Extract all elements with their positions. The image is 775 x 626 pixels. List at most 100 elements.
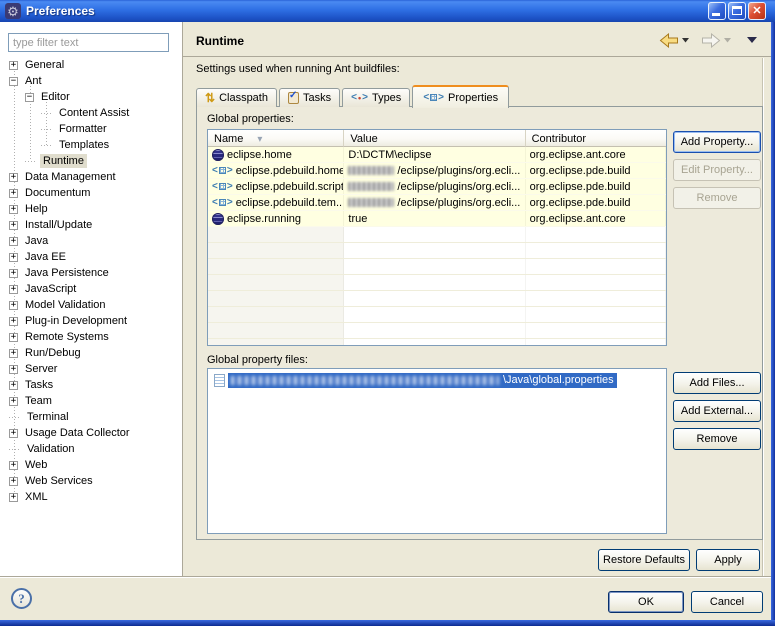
property-icon: < > xyxy=(212,164,233,176)
tree-item-plug-in-development[interactable]: + Plug-in Development xyxy=(0,313,181,329)
tree-item-validation[interactable]: Validation xyxy=(0,441,181,457)
column-header-value[interactable]: Value xyxy=(344,130,526,147)
bracket-right-glyph: > xyxy=(226,164,233,176)
tree-item-tasks[interactable]: + Tasks xyxy=(0,377,181,393)
tree-item-ant[interactable]: − Ant xyxy=(0,73,181,89)
view-menu-icon[interactable] xyxy=(747,37,757,44)
restore-defaults-button[interactable]: Restore Defaults xyxy=(598,549,690,571)
grid-glyph xyxy=(218,167,226,174)
tree-item-label: Java Persistence xyxy=(25,267,109,279)
expand-icon[interactable]: + xyxy=(9,428,18,438)
table-empty-row xyxy=(208,275,666,291)
table-row[interactable]: eclipse.home D:\DCTM\eclipse org.eclipse.a… xyxy=(208,147,666,163)
expand-icon[interactable]: + xyxy=(9,316,18,326)
tree-item-help[interactable]: + Help xyxy=(0,201,181,217)
tab-classpath[interactable]: ⇅ Classpath xyxy=(196,88,277,107)
expand-icon[interactable]: + xyxy=(9,172,18,182)
ok-button[interactable]: OK xyxy=(608,591,684,613)
tree-item-web-services[interactable]: + Web Services xyxy=(0,473,181,489)
collapse-icon[interactable]: − xyxy=(25,92,34,102)
tree-item-java-ee[interactable]: + Java EE xyxy=(0,249,181,265)
cell-name xyxy=(208,323,345,338)
cell-contributor: org.eclipse.ant.core xyxy=(526,211,666,226)
filter-input[interactable] xyxy=(8,33,169,52)
file-icon xyxy=(214,373,225,387)
expand-icon[interactable]: + xyxy=(9,396,18,406)
close-button[interactable]: ✕ xyxy=(748,2,766,20)
expand-icon[interactable]: + xyxy=(9,60,18,70)
expand-icon[interactable]: + xyxy=(9,268,18,278)
expand-icon[interactable]: + xyxy=(9,364,18,374)
expand-icon[interactable]: + xyxy=(9,236,18,246)
tab-tasks[interactable]: ✓ Tasks xyxy=(278,88,341,107)
table-row[interactable]: < > eclipse.pdebuild.home/eclipse/plugins/… xyxy=(208,163,666,179)
table-row[interactable]: < > eclipse.pdebuild.tem.../eclipse/plugin… xyxy=(208,195,666,211)
remove-file-button[interactable]: Remove xyxy=(673,428,761,450)
tree-item-run-debug[interactable]: + Run/Debug xyxy=(0,345,181,361)
add-external-button[interactable]: Add External... xyxy=(673,400,761,422)
tree-item-javascript[interactable]: + JavaScript xyxy=(0,281,181,297)
table-row[interactable]: < > eclipse.pdebuild.scripts/eclipse/plugi… xyxy=(208,179,666,195)
redacted-path-block xyxy=(231,375,499,385)
tree-item-general[interactable]: + General xyxy=(0,57,181,73)
tree-item-java-persistence[interactable]: + Java Persistence xyxy=(0,265,181,281)
expand-icon[interactable]: + xyxy=(9,220,18,230)
expand-icon[interactable]: + xyxy=(9,284,18,294)
collapse-icon[interactable]: − xyxy=(9,76,18,86)
tree-item-documentum[interactable]: + Documentum xyxy=(0,185,181,201)
table-body: eclipse.home D:\DCTM\eclipse org.eclipse.a… xyxy=(208,147,666,345)
tab-properties[interactable]: < > Properties xyxy=(412,85,510,108)
sort-descending-icon: ▾ xyxy=(257,133,263,145)
tree-item-data-management[interactable]: + Data Management xyxy=(0,169,181,185)
tree-item-server[interactable]: + Server xyxy=(0,361,181,377)
tree-item-model-validation[interactable]: + Model Validation xyxy=(0,297,181,313)
expand-icon[interactable]: + xyxy=(9,252,18,262)
add-files-button[interactable]: Add Files... xyxy=(673,372,761,394)
tab-types[interactable]: < • > Types xyxy=(342,88,411,107)
cell-contributor xyxy=(526,291,666,306)
cell-contributor xyxy=(526,307,666,322)
help-button[interactable]: ? xyxy=(11,588,32,609)
expand-icon[interactable]: + xyxy=(9,332,18,342)
maximize-button[interactable] xyxy=(728,2,746,20)
tree-item-editor[interactable]: − Editor xyxy=(0,89,181,105)
expand-icon[interactable]: + xyxy=(9,188,18,198)
cancel-button[interactable]: Cancel xyxy=(691,591,763,613)
tree-item-runtime[interactable]: Runtime xyxy=(0,153,181,169)
cell-name-text: eclipse.pdebuild.home xyxy=(235,164,345,177)
tree-item-team[interactable]: + Team xyxy=(0,393,181,409)
column-header-name[interactable]: Name ▾ xyxy=(208,130,345,147)
file-list-item[interactable]: \Java\global.properties xyxy=(214,372,666,388)
back-arrow-icon[interactable] xyxy=(659,33,679,48)
minimize-button[interactable] xyxy=(708,2,726,20)
back-history-caret-icon[interactable] xyxy=(682,38,689,43)
tree-item-java[interactable]: + Java xyxy=(0,233,181,249)
table-row[interactable]: eclipse.running true org.eclipse.ant.core xyxy=(208,211,666,227)
apply-button[interactable]: Apply xyxy=(696,549,760,571)
eclipse-icon xyxy=(212,212,224,225)
column-header-contributor[interactable]: Contributor xyxy=(525,130,666,147)
page-body: Settings used when running Ant buildfile… xyxy=(183,58,771,576)
tree-item-terminal[interactable]: Terminal xyxy=(0,409,181,425)
global-properties-table[interactable]: Name ▾ Value Contributor eclipse.home D:\… xyxy=(207,129,667,346)
tree-item-templates[interactable]: Templates xyxy=(0,137,181,153)
expand-icon[interactable]: + xyxy=(9,380,18,390)
expand-icon[interactable]: + xyxy=(9,492,18,502)
add-property-button[interactable]: Add Property... xyxy=(673,131,761,153)
expand-icon[interactable]: + xyxy=(9,348,18,358)
expand-icon[interactable]: + xyxy=(9,476,18,486)
tree-item-content-assist[interactable]: Content Assist xyxy=(0,105,181,121)
tree-item-xml[interactable]: + XML xyxy=(0,489,181,505)
tree-item-remote-systems[interactable]: + Remote Systems xyxy=(0,329,181,345)
tree-item-formatter[interactable]: Formatter xyxy=(0,121,181,137)
tree-item-usage-data-collector[interactable]: + Usage Data Collector xyxy=(0,425,181,441)
expand-icon[interactable]: + xyxy=(9,460,18,470)
global-property-files-list[interactable]: \Java\global.properties xyxy=(207,368,667,534)
expand-icon[interactable]: + xyxy=(9,300,18,310)
tree-item-web[interactable]: + Web xyxy=(0,457,181,473)
tree-item-install-update[interactable]: + Install/Update xyxy=(0,217,181,233)
redacted-text-block xyxy=(348,198,395,207)
sidebar: +General−Ant−EditorContent AssistFormatt… xyxy=(0,22,183,576)
titlebar[interactable]: ⚙ Preferences ✕ xyxy=(0,0,775,22)
expand-icon[interactable]: + xyxy=(9,204,18,214)
